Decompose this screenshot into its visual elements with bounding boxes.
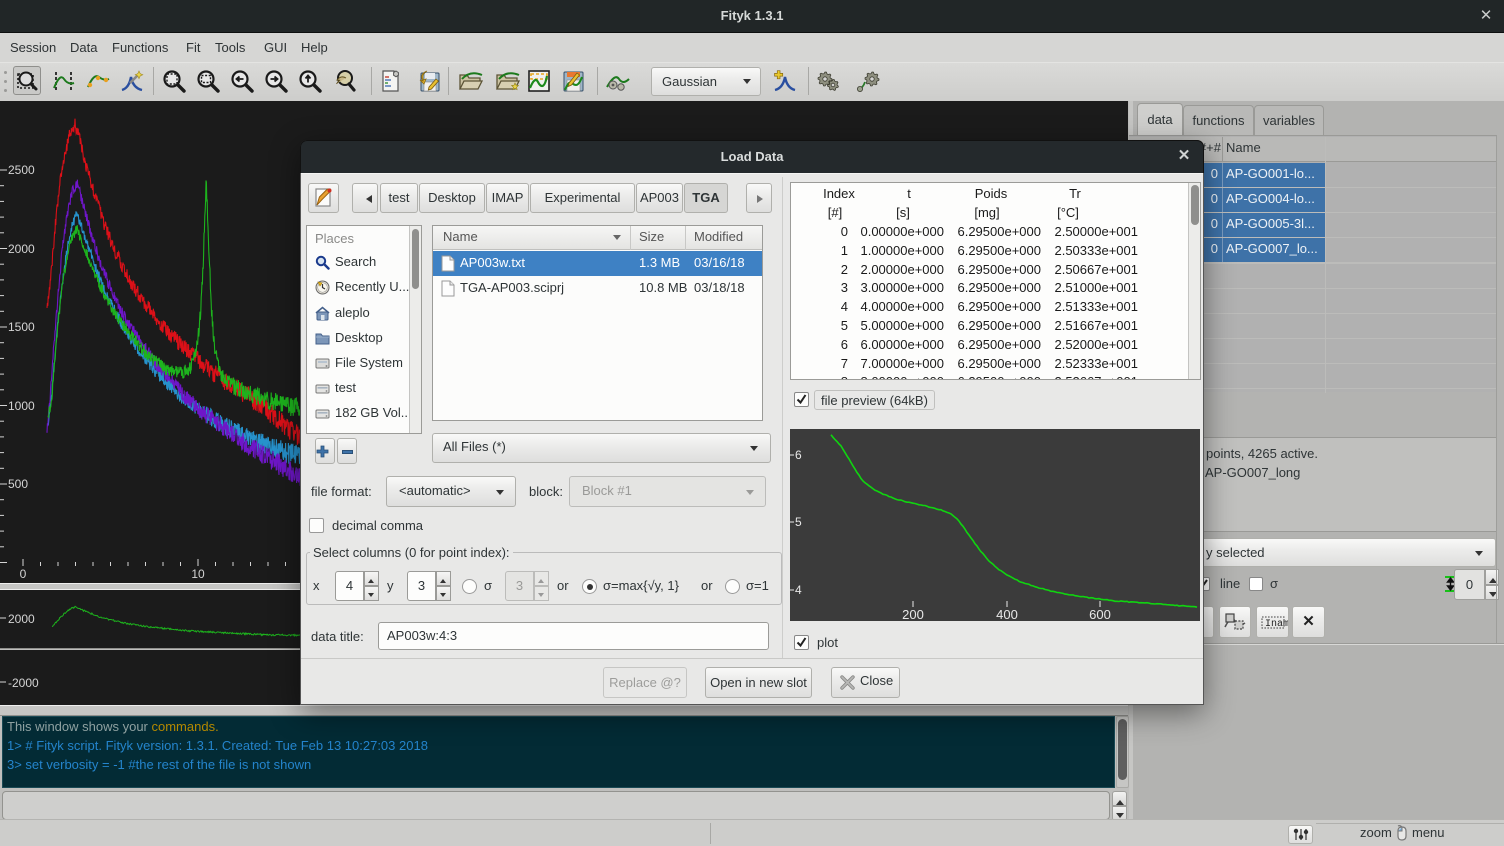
- svg-text:400: 400: [996, 607, 1018, 621]
- svg-text:2000: 2000: [8, 242, 35, 256]
- svg-text:500: 500: [8, 477, 28, 491]
- svg-text:600: 600: [1089, 607, 1111, 621]
- svg-text:4: 4: [795, 583, 802, 597]
- svg-text:1000: 1000: [8, 399, 35, 413]
- svg-text:10: 10: [191, 567, 205, 581]
- svg-text:6: 6: [795, 448, 802, 462]
- svg-text:2500: 2500: [8, 163, 35, 177]
- svg-text:200: 200: [902, 607, 924, 621]
- svg-text:Inam: Inam: [1265, 619, 1288, 630]
- svg-text:5: 5: [795, 515, 802, 529]
- svg-text:0: 0: [20, 567, 27, 581]
- svg-text:-2000: -2000: [8, 676, 39, 690]
- svg-text:1500: 1500: [8, 320, 35, 334]
